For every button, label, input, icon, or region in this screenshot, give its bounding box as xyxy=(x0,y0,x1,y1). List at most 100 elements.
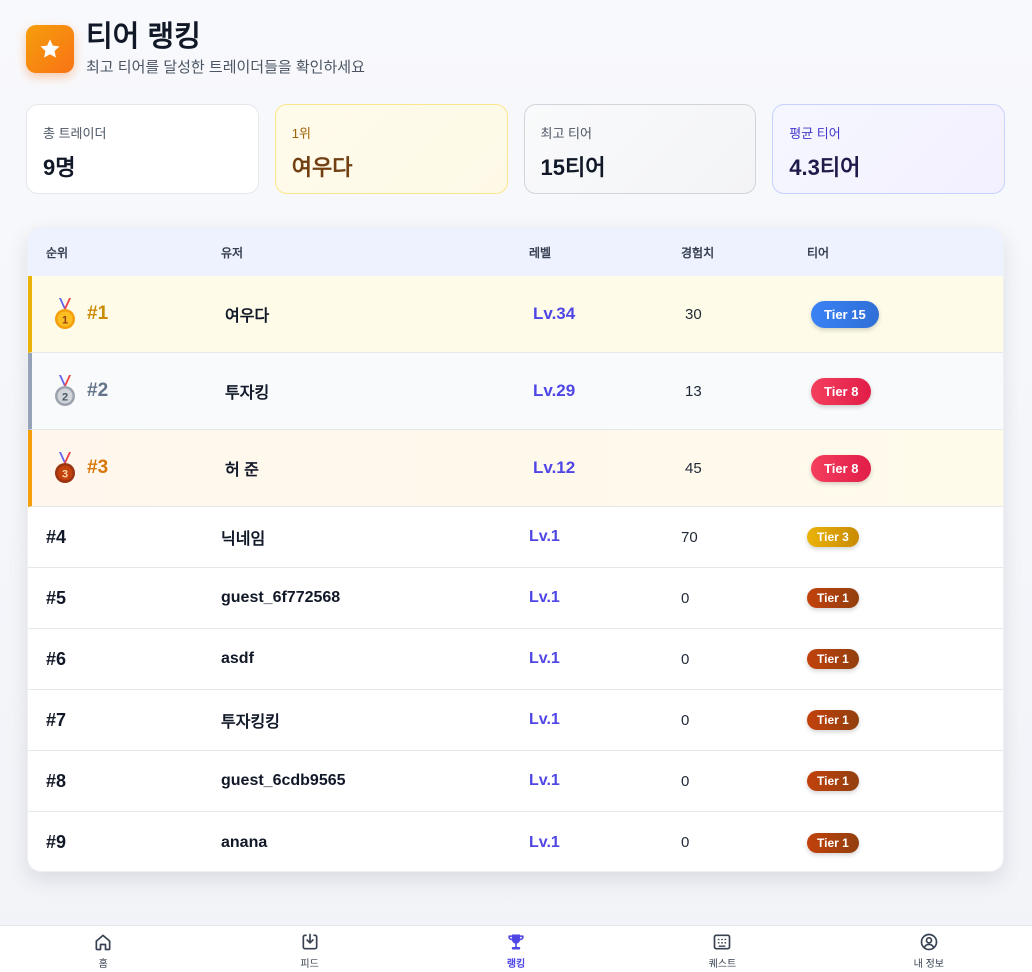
silver-medal-icon: 2 xyxy=(55,375,75,406)
user-name: anana xyxy=(221,833,268,851)
table-row[interactable]: 2 #2 투자킹 Lv.29 13 Tier 8 xyxy=(28,353,1003,430)
user-xp: 0 xyxy=(681,650,690,668)
tier-badge: Tier 1 xyxy=(807,649,859,669)
svg-text:1: 1 xyxy=(62,315,68,327)
nav-item-quest[interactable]: 퀘스트 xyxy=(619,926,825,972)
table-row[interactable]: 1 #1 여우다 Lv.34 30 Tier 15 xyxy=(28,276,1003,353)
tier-badge: Tier 8 xyxy=(811,377,872,405)
home-icon xyxy=(95,934,111,951)
rank-label: #8 xyxy=(46,770,67,791)
table-row[interactable]: #8 guest_6cdb9565 Lv.1 0 Tier 1 xyxy=(28,751,1003,812)
nav-label: 피드 xyxy=(300,959,319,970)
nav-item-feed[interactable]: 피드 xyxy=(206,926,412,972)
nav-item-profile[interactable]: 내 정보 xyxy=(826,926,1032,972)
stat-card-top-tier: 최고 티어 15티어 xyxy=(523,104,757,194)
user-level: Lv.1 xyxy=(529,589,560,606)
user-xp: 70 xyxy=(681,528,698,546)
user-xp: 0 xyxy=(681,711,690,729)
user-name: 닉네임 xyxy=(221,531,266,548)
ranking-table: 순위 유저 레벨 경험치 티어 1 #1 여우다 Lv.34 30 Tier 1… xyxy=(27,227,1004,872)
user-name: 여우다 xyxy=(225,308,270,325)
table-header: 순위 유저 레벨 경험치 티어 xyxy=(28,228,1003,276)
user-xp: 0 xyxy=(681,834,690,851)
rank-label: #5 xyxy=(46,587,67,608)
user-level: Lv.29 xyxy=(533,381,576,400)
user-level: Lv.1 xyxy=(529,772,560,789)
user-xp: 30 xyxy=(685,305,702,323)
tier-badge: Tier 1 xyxy=(807,588,859,608)
gold-medal-icon: 1 xyxy=(55,298,75,329)
page-subtitle: 최고 티어를 달성한 트레이더들을 확인하세요 xyxy=(86,59,365,76)
table-row[interactable]: 3 #3 허 준 Lv.12 45 Tier 8 xyxy=(28,430,1003,507)
page-title: 티어 랭킹 xyxy=(86,21,201,53)
stat-label: 최고 티어 xyxy=(540,126,592,141)
header-rank: 순위 xyxy=(46,245,69,260)
quest-icon xyxy=(714,934,731,950)
user-name: 투자킹 xyxy=(225,385,270,402)
nav-label: 퀘스트 xyxy=(708,959,737,970)
tier-badge: Tier 1 xyxy=(807,771,859,791)
nav-item-ranking[interactable]: 랭킹 xyxy=(413,926,619,972)
header-tier: 티어 xyxy=(807,245,830,260)
table-row[interactable]: #4 닉네임 Lv.1 70 Tier 3 xyxy=(28,507,1003,568)
user-name: 투자킹킹 xyxy=(221,714,280,731)
table-row[interactable]: #7 투자킹킹 Lv.1 0 Tier 1 xyxy=(28,690,1003,751)
user-level: Lv.34 xyxy=(533,304,576,323)
stat-label: 총 트레이더 xyxy=(43,126,107,141)
rank-label: #9 xyxy=(46,832,67,852)
user-xp: 45 xyxy=(685,459,702,477)
tier-badge: Tier 3 xyxy=(807,527,859,547)
rank-label: #7 xyxy=(46,709,67,730)
table-row[interactable]: #6 asdf Lv.1 0 Tier 1 xyxy=(28,629,1003,690)
user-level: Lv.1 xyxy=(529,650,560,667)
user-xp: 0 xyxy=(681,772,690,790)
tier-badge: Tier 8 xyxy=(811,454,872,482)
header-level: 레벨 xyxy=(529,245,552,260)
table-row[interactable]: #5 guest_6f772568 Lv.1 0 Tier 1 xyxy=(28,568,1003,629)
stat-label: 1위 xyxy=(291,126,311,141)
stats-row: 총 트레이더 9명 1위 여우다 최고 티어 15티어 평균 티어 4.3티어 xyxy=(26,104,1005,194)
nav-item-home[interactable]: 홈 xyxy=(0,926,206,972)
user-level: Lv.1 xyxy=(529,833,560,851)
rank-label: #4 xyxy=(46,526,67,547)
user-level: Lv.12 xyxy=(533,458,576,477)
header-user: 유저 xyxy=(221,245,244,260)
rank-label: #6 xyxy=(46,648,67,669)
bronze-medal-icon: 3 xyxy=(55,452,75,483)
table-row[interactable]: #9 anana Lv.1 0 Tier 1 xyxy=(28,812,1003,871)
user-name: guest_6cdb9565 xyxy=(221,772,346,789)
header-xp: 경험치 xyxy=(681,245,715,260)
stat-card-total-traders: 총 트레이더 9명 xyxy=(26,104,259,194)
rank-label: #1 xyxy=(87,303,109,324)
stat-value: 9명 xyxy=(43,155,76,180)
stat-label: 평균 티어 xyxy=(789,126,841,141)
profile-icon xyxy=(920,933,938,951)
rank-label: #3 xyxy=(87,457,109,478)
svg-text:3: 3 xyxy=(62,469,68,481)
user-xp: 13 xyxy=(685,382,702,400)
bottom-nav: 홈 피드 랭킹 퀘스트 내 정보 xyxy=(0,925,1032,972)
stat-value: 15티어 xyxy=(540,155,606,180)
stat-value: 여우다 xyxy=(291,155,353,180)
stat-card-average-tier: 평균 티어 4.3티어 xyxy=(772,104,1005,194)
feed-icon xyxy=(302,933,318,950)
nav-label: 내 정보 xyxy=(913,959,945,970)
user-level: Lv.1 xyxy=(529,711,560,728)
user-level: Lv.1 xyxy=(529,528,560,545)
rank-label: #2 xyxy=(87,380,109,401)
nav-label: 홈 xyxy=(98,959,108,970)
stat-value: 4.3티어 xyxy=(789,155,861,180)
svg-text:2: 2 xyxy=(62,392,68,404)
user-xp: 0 xyxy=(681,589,690,607)
stat-card-first-place: 1위 여우다 xyxy=(274,104,508,194)
user-name: guest_6f772568 xyxy=(221,589,341,606)
user-name: asdf xyxy=(221,650,254,667)
tier-badge: Tier 15 xyxy=(811,300,879,328)
tier-badge: Tier 1 xyxy=(807,710,859,730)
nav-label: 랭킹 xyxy=(506,959,526,970)
trophy-icon xyxy=(508,934,524,950)
star-icon xyxy=(26,24,74,73)
page-header: 티어 랭킹 최고 티어를 달성한 트레이더들을 확인하세요 xyxy=(26,20,365,77)
tier-badge: Tier 1 xyxy=(807,832,859,853)
user-name: 허 준 xyxy=(225,462,259,479)
